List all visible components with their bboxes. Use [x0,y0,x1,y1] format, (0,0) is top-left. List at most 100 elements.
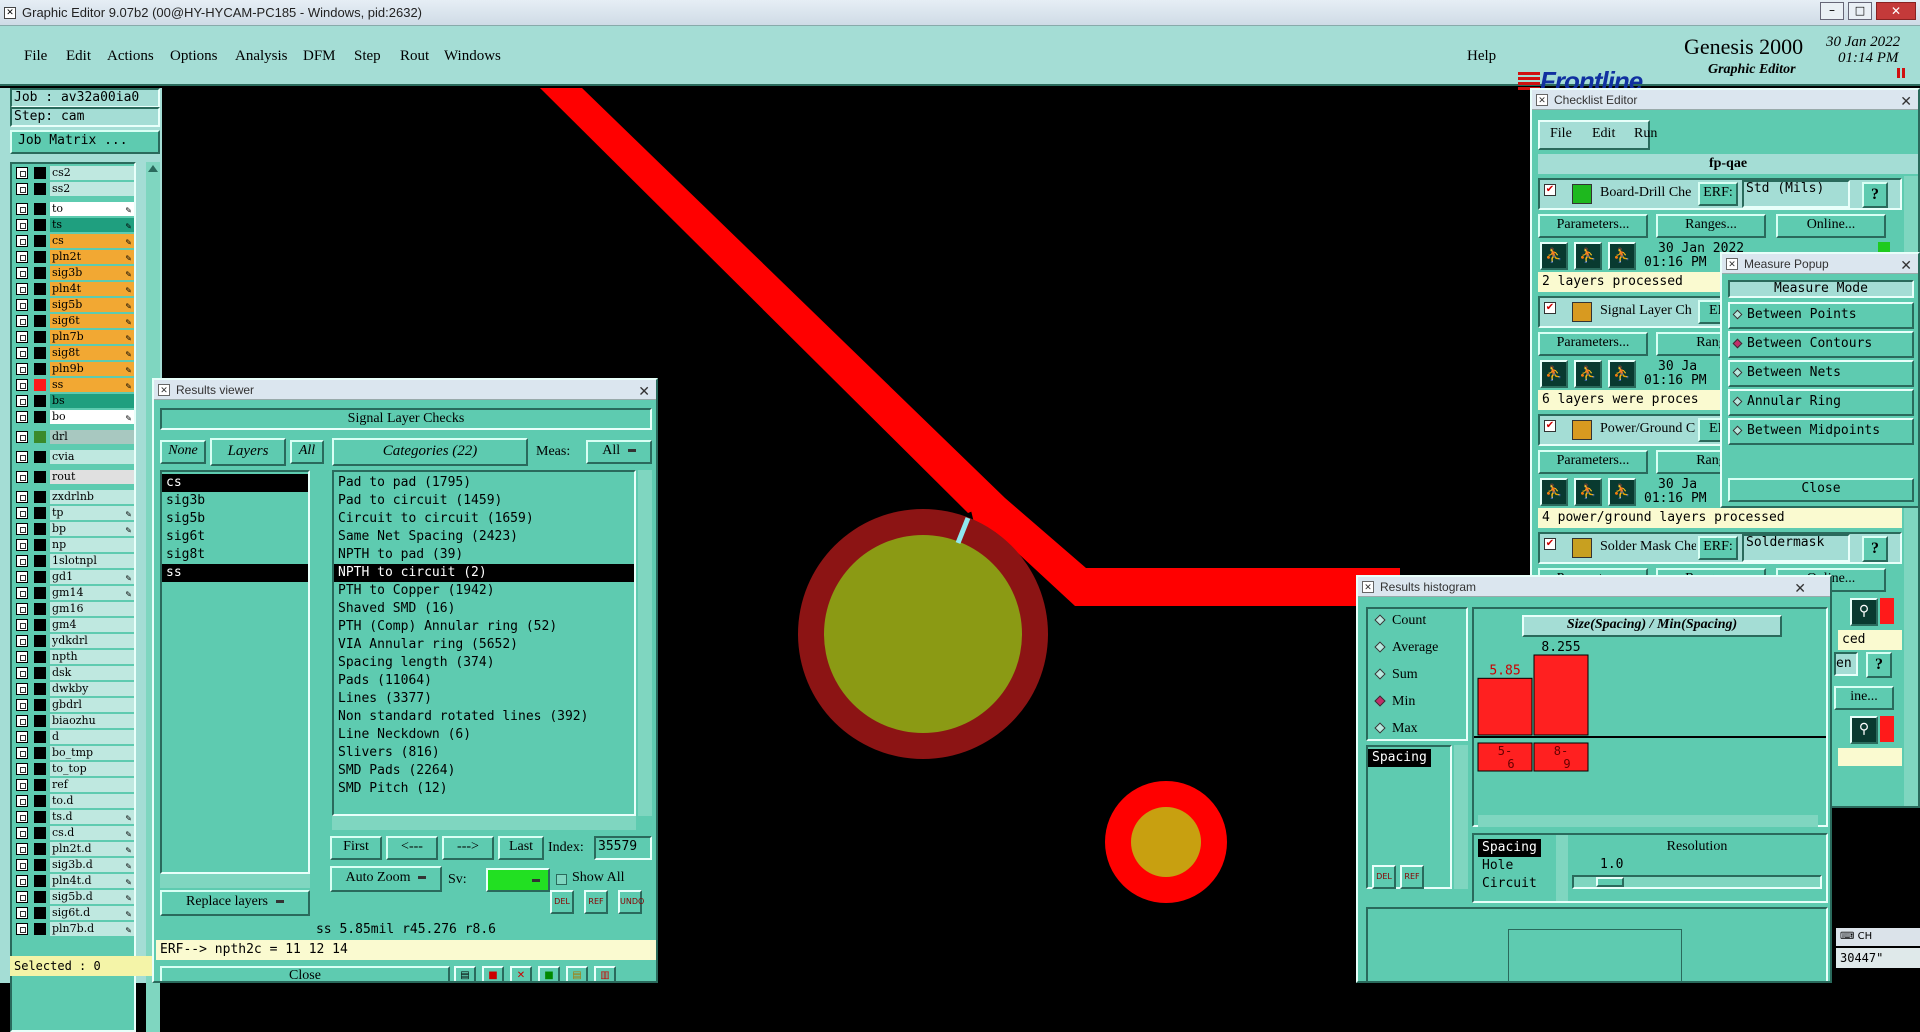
layer-checkbox[interactable] [16,347,28,359]
menu-options[interactable]: Options [170,48,218,65]
sv-color-dropdown[interactable] [486,868,550,892]
check-erf-value[interactable]: Soldermask [1742,534,1850,562]
layers-button[interactable]: Layers [210,438,286,466]
checklist-menu-run[interactable]: Run [1634,126,1657,142]
layer-name[interactable]: cvia [50,450,134,464]
layer-row[interactable]: cs.d ✎ [14,826,134,840]
layer-checkbox[interactable] [16,219,28,231]
layer-name[interactable]: gm4 [50,618,134,632]
layer-checkbox[interactable] [16,283,28,295]
layer-row[interactable]: zxdrlnb [14,490,134,504]
index-input[interactable]: 35579 [594,836,652,860]
histogram-field-item[interactable]: Spacing [1368,749,1431,767]
layer-checkbox[interactable] [16,619,28,631]
layer-checkbox[interactable] [16,795,28,807]
histogram-hscrollbar[interactable] [1478,815,1818,827]
layer-name[interactable]: ss2 [50,182,134,196]
layer-row[interactable]: gm4 [14,618,134,632]
layer-name[interactable]: cs2 [50,166,134,180]
layer-checkbox[interactable] [16,491,28,503]
layer-name[interactable]: sig5b.d ✎ [50,890,134,904]
layer-checkbox[interactable] [16,587,28,599]
check-run-icon[interactable]: ⛹ [1540,242,1568,270]
check-name[interactable]: Board-Drill Che [1600,185,1696,201]
layer-checkbox[interactable] [16,667,28,679]
layer-checkbox[interactable] [16,411,28,423]
last-button[interactable]: Last [498,836,544,860]
category-item[interactable]: Lines (3377) [334,690,634,708]
result-layer-item[interactable]: sig6t [162,528,308,546]
check-zoom-icon[interactable]: ⚲ [1850,598,1878,626]
histogram-bar[interactable] [1477,677,1533,736]
check-run-icon-2[interactable]: ⛹ [1574,242,1602,270]
layer-checkbox[interactable] [16,923,28,935]
layer-name[interactable]: zxdrlnb [50,490,134,504]
category-item[interactable]: Spacing length (374) [334,654,634,672]
histogram-mode-max[interactable]: Max [1374,721,1418,737]
layer-row[interactable]: tp ✎ [14,506,134,520]
layer-row[interactable]: ss2 [14,182,134,196]
replace-layers-dropdown[interactable]: Replace layers [160,890,310,916]
categories-button[interactable]: Categories (22) [332,438,528,466]
category-item[interactable]: PTH to Copper (1942) [334,582,634,600]
layer-name[interactable]: ts.d ✎ [50,810,134,824]
layer-row[interactable]: gd1 ✎ [14,570,134,584]
help-peek-button[interactable]: ? [1866,652,1892,678]
category-item[interactable]: Non standard rotated lines (392) [334,708,634,726]
check-erf-value[interactable]: Std (Mils) [1742,180,1850,208]
layer-name[interactable]: gd1 ✎ [50,570,134,584]
layer-row[interactable]: cs ✎ [14,234,134,248]
layer-name[interactable]: ref [50,778,134,792]
layer-checkbox[interactable] [16,715,28,727]
job-matrix-button[interactable]: Job Matrix ... [10,130,160,154]
type-scrollbar[interactable] [1556,835,1568,901]
layer-name[interactable]: 1slotnpl [50,554,134,568]
layer-checkbox[interactable] [16,167,28,179]
menu-edit[interactable]: Edit [66,48,91,65]
checklist-close-icon[interactable]: ✕ [1900,91,1912,111]
check-run-icon-2[interactable]: ⛹ [1574,360,1602,388]
print-icon[interactable]: ▤ [454,966,476,981]
layer-name[interactable]: pln9b ✎ [50,362,134,376]
layer-row[interactable]: rout [14,470,134,484]
result-layer-item[interactable]: sig3b [162,492,308,510]
histogram-type-item[interactable]: Circuit [1478,875,1552,893]
layer-name[interactable]: gbdrl [50,698,134,712]
layer-checkbox[interactable] [16,891,28,903]
layer-name[interactable]: ss ✎ [50,378,134,392]
layer-name[interactable]: pln4t.d ✎ [50,874,134,888]
check-erf-label[interactable]: ERF: [1698,182,1738,206]
layer-checkbox[interactable] [16,811,28,823]
layer-checkbox[interactable] [16,395,28,407]
layer-row[interactable]: sig6t ✎ [14,314,134,328]
menu-windows[interactable]: Windows [444,48,501,65]
layer-row[interactable]: 1slotnpl [14,554,134,568]
layer-name[interactable]: gm16 [50,602,134,616]
layer-checkbox[interactable] [16,183,28,195]
layer-checkbox[interactable] [16,875,28,887]
layer-checkbox[interactable] [16,651,28,663]
category-item[interactable]: VIA Annular ring (5652) [334,636,634,654]
layer-name[interactable]: pln4t ✎ [50,282,134,296]
layer-name[interactable]: cs.d ✎ [50,826,134,840]
layer-name[interactable]: sig6t.d ✎ [50,906,134,920]
del-icon[interactable]: DEL [550,890,574,914]
layer-row[interactable]: sig5b.d ✎ [14,890,134,904]
histogram-type-item[interactable]: Hole [1478,857,1552,875]
layer-checkbox[interactable] [16,763,28,775]
layer-row[interactable]: pln9b ✎ [14,362,134,376]
histogram-field-scrollbar[interactable] [1454,745,1468,889]
toolbar-icon-2[interactable]: ■ [482,966,504,981]
category-item[interactable]: NPTH to circuit (2) [334,564,634,582]
result-layer-item[interactable]: ss [162,564,308,582]
layer-name[interactable]: to_top [50,762,134,776]
check-online-button[interactable]: Online... [1776,214,1886,238]
help-menu[interactable]: Help [1467,48,1496,65]
layer-name[interactable]: pln7b.d ✎ [50,922,134,936]
layer-name[interactable]: drl [50,430,134,444]
layer-row[interactable]: ydkdrl [14,634,134,648]
category-item[interactable]: SMD Pads (2264) [334,762,634,780]
layer-row[interactable]: ts ✎ [14,218,134,232]
layer-row[interactable]: sig3b ✎ [14,266,134,280]
layer-name[interactable]: pln2t ✎ [50,250,134,264]
